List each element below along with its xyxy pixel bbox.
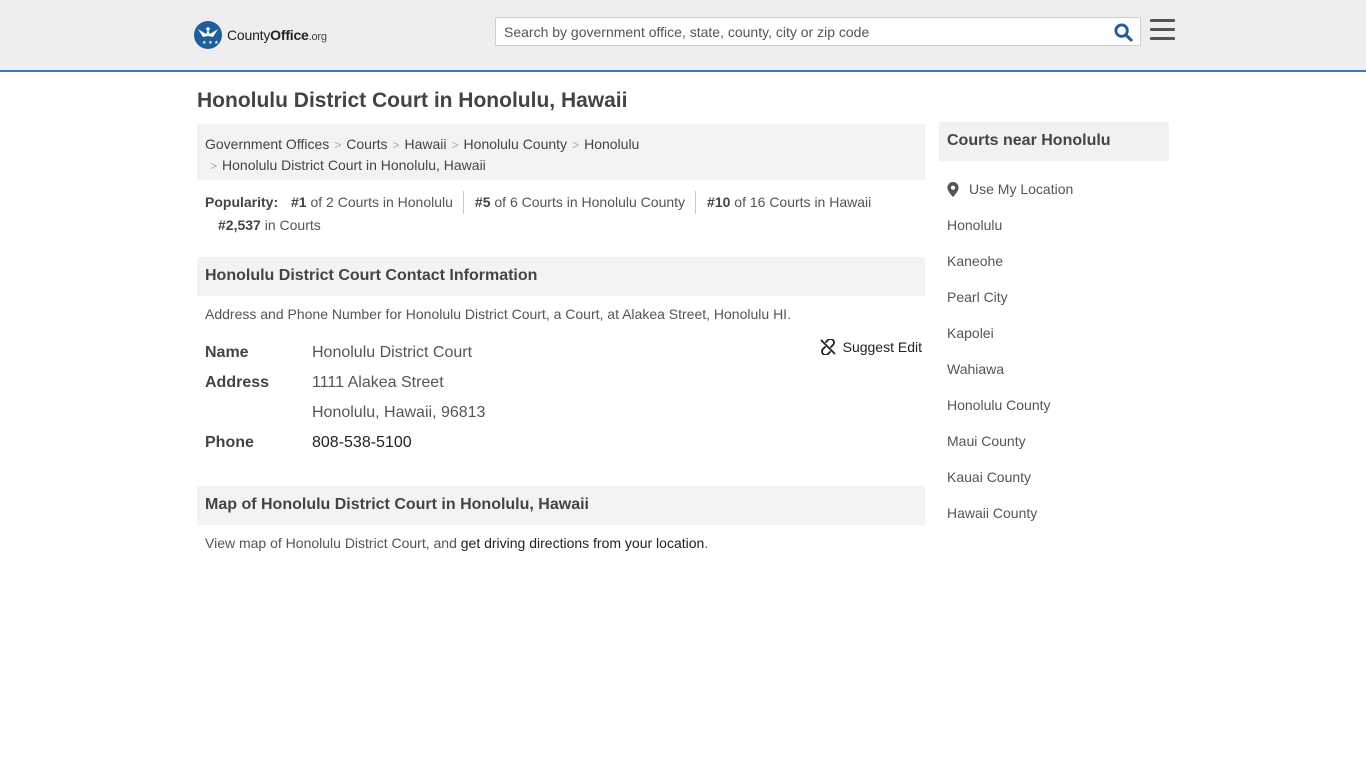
use-my-location[interactable]: Use My Location [947, 171, 1169, 207]
sidebar-heading: Courts near Honolulu [939, 122, 1169, 161]
name-label: Name [205, 344, 249, 361]
map-description: View map of Honolulu District Court, and… [205, 535, 709, 551]
address-line-2: Honolulu, Hawaii, 96813 [312, 404, 486, 421]
breadcrumb-separator: > [210, 159, 218, 173]
popularity-ranks: Popularity: #1 of 2 Courts in Honolulu #5… [205, 191, 925, 237]
suggest-edit-link[interactable]: Suggest Edit [843, 339, 922, 355]
sidebar-item-pearl-city[interactable]: Pearl City [947, 279, 1169, 315]
search-button[interactable] [1112, 21, 1134, 43]
popularity-rank-city: #1 of 2 Courts in Honolulu [288, 191, 464, 214]
sidebar-item-honolulu[interactable]: Honolulu [947, 207, 1169, 243]
breadcrumb-separator: > [392, 138, 400, 152]
site-logo[interactable]: ★ ★ ★ CountyOffice.org [194, 20, 327, 50]
sidebar: Courts near Honolulu Use My Location Hon… [939, 122, 1169, 531]
page-title: Honolulu District Court in Honolulu, Haw… [197, 89, 628, 112]
breadcrumb-separator: > [572, 138, 580, 152]
phone-link[interactable]: 808-538-5100 [312, 434, 412, 451]
address-row: Address 1111 Alakea Street [205, 368, 925, 398]
breadcrumb-separator: > [334, 138, 342, 152]
search-icon [1113, 22, 1133, 42]
svg-text:★ ★ ★: ★ ★ ★ [202, 40, 219, 45]
breadcrumb: Government Offices > Courts > Hawaii > Honolul… [197, 124, 925, 180]
popularity-rank-state: #10 of 16 Courts in Hawaii [707, 194, 872, 210]
driving-directions-link[interactable]: get driving directions from your locatio… [461, 535, 705, 551]
eagle-seal-icon: ★ ★ ★ [194, 21, 222, 49]
search-input[interactable] [496, 18, 1096, 45]
map-heading: Map of Honolulu District Court in Honolu… [197, 486, 925, 525]
court-name: Honolulu District Court [312, 344, 473, 361]
breadcrumb-hawaii[interactable]: Hawaii [405, 136, 447, 152]
sidebar-item-wahiawa[interactable]: Wahiawa [947, 351, 1169, 387]
sidebar-item-hawaii-county[interactable]: Hawaii County [947, 495, 1169, 531]
sidebar-item-kauai-county[interactable]: Kauai County [947, 459, 1169, 495]
suggest-edit-button[interactable]: Suggest Edit [820, 339, 922, 355]
popularity-rank-county: #5 of 6 Courts in Honolulu County [472, 191, 697, 214]
sidebar-item-honolulu-county[interactable]: Honolulu County [947, 387, 1169, 423]
address-label: Address [205, 374, 270, 391]
contact-info: Suggest Edit Name Honolulu District Cour… [205, 338, 925, 458]
top-bar: ★ ★ ★ CountyOffice.org [0, 0, 1366, 72]
address-line-1: 1111 Alakea Street [312, 374, 444, 391]
map-pin-icon [947, 181, 959, 197]
sidebar-item-maui-county[interactable]: Maui County [947, 423, 1169, 459]
popularity-label: Popularity: [205, 194, 279, 210]
breadcrumb-honolulu-county[interactable]: Honolulu County [464, 136, 568, 152]
sidebar-item-kaneohe[interactable]: Kaneohe [947, 243, 1169, 279]
breadcrumb-current: Honolulu District Court in Honolulu, Haw… [222, 157, 486, 173]
breadcrumb-honolulu[interactable]: Honolulu [584, 136, 639, 152]
unlink-icon [820, 339, 836, 355]
popularity-rank-overall: #2,537 in Courts [218, 217, 321, 233]
sidebar-item-kapolei[interactable]: Kapolei [947, 315, 1169, 351]
contact-description: Address and Phone Number for Honolulu Di… [205, 306, 791, 322]
name-row: Name Honolulu District Court [205, 338, 925, 368]
breadcrumb-government-offices[interactable]: Government Offices [205, 136, 329, 152]
address-row-2: Honolulu, Hawaii, 96813 [205, 398, 925, 428]
search-bar [495, 17, 1141, 46]
breadcrumb-courts[interactable]: Courts [346, 136, 387, 152]
phone-row: Phone 808-538-5100 [205, 428, 925, 458]
phone-label: Phone [205, 434, 254, 451]
use-my-location-link[interactable]: Use My Location [969, 181, 1073, 197]
breadcrumb-separator: > [451, 138, 459, 152]
contact-heading: Honolulu District Court Contact Informat… [197, 257, 925, 296]
hamburger-menu-icon[interactable] [1150, 19, 1175, 41]
logo-text: CountyOffice.org [227, 27, 327, 43]
